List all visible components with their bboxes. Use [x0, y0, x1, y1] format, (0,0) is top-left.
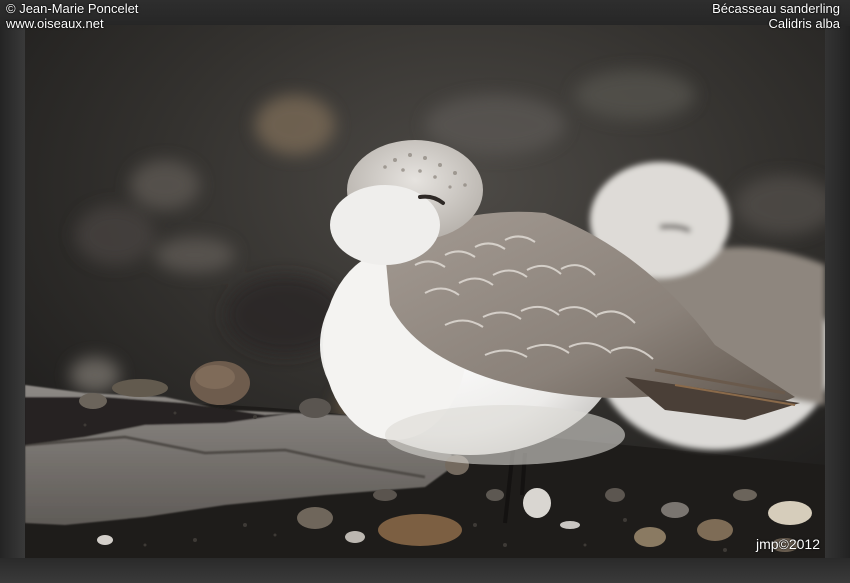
sanderling-illustration — [25, 25, 825, 558]
site-link[interactable]: www.oiseaux.net — [6, 16, 138, 31]
photo-credit: © Jean-Marie Poncelet www.oiseaux.net — [6, 1, 138, 31]
bottom-border — [0, 558, 850, 583]
species-common-name: Bécasseau sanderling — [712, 1, 840, 16]
photo-frame: © Jean-Marie Poncelet www.oiseaux.net Bé… — [0, 0, 850, 583]
watermark: jmp©2012 — [755, 536, 820, 552]
bird-photo — [25, 25, 825, 558]
author-credit: © Jean-Marie Poncelet — [6, 1, 139, 16]
species-scientific-name: Calidris alba — [768, 16, 840, 31]
species-caption: Bécasseau sanderling Calidris alba — [712, 1, 840, 31]
